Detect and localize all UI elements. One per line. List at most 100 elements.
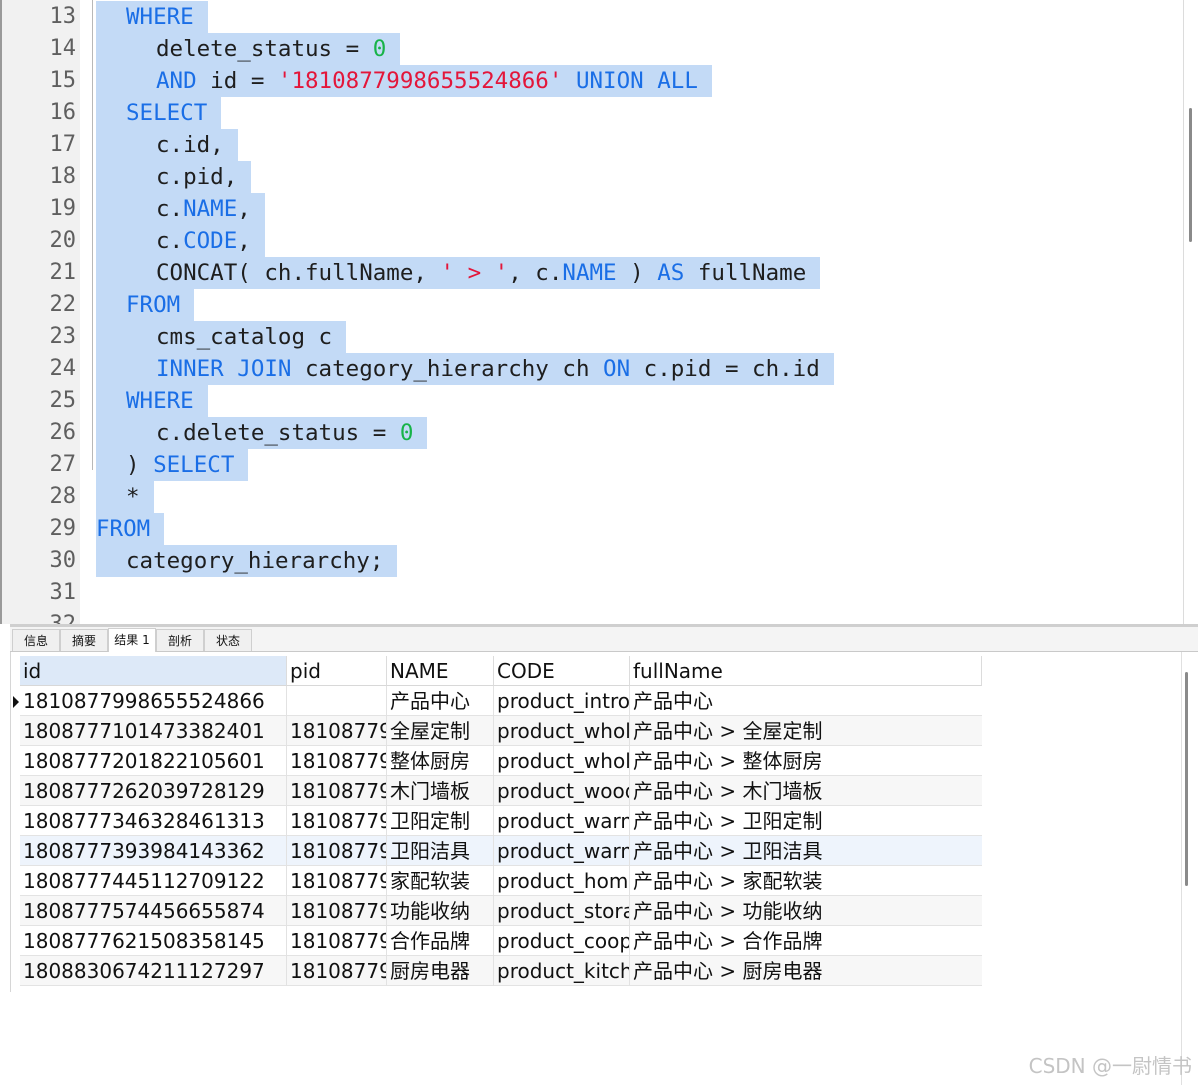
code-text: c.id, [96,129,238,161]
cell-name[interactable]: 功能收纳 [387,896,494,926]
cell-id[interactable]: 1808777262039728129 [20,776,287,806]
cell-fullname[interactable]: 产品中心 > 全屋定制 [630,716,982,746]
cell-name[interactable]: 整体厨房 [387,746,494,776]
code-line[interactable]: 28 * [0,481,1180,513]
table-row[interactable]: 1808777262039728129181087799木门墙板product_… [20,776,982,806]
table-row[interactable]: 1808830674211127297181087799厨房电器product_… [20,956,982,986]
code-line[interactable]: 30 category_hierarchy; [0,545,1180,577]
cell-fullname[interactable]: 产品中心 > 家配软装 [630,866,982,896]
cell-pid[interactable]: 181087799 [287,956,387,986]
code-line[interactable]: 29 FROM [0,513,1180,545]
cell-code[interactable]: product_storag [494,896,630,926]
code-line[interactable]: 17 c.id, [0,129,1180,161]
tab-info[interactable]: 信息 [12,629,60,651]
cell-code[interactable]: product_whole [494,746,630,776]
grid-scrollbar[interactable] [1185,672,1188,886]
code-line[interactable]: 21 CONCAT( ch.fullName, ' > ', c.NAME ) A… [0,257,1180,289]
table-row[interactable]: 1808777393984143362181087799卫阳洁具product_… [20,836,982,866]
cell-code[interactable]: product_coope [494,926,630,956]
cell-pid[interactable]: 181087799 [287,926,387,956]
cell-name[interactable]: 家配软装 [387,866,494,896]
cell-code[interactable]: product_whole [494,716,630,746]
column-header-code[interactable]: CODE [494,656,630,686]
code-line[interactable]: 19 c.NAME, [0,193,1180,225]
code-line[interactable]: 18 c.pid, [0,161,1180,193]
tab-status[interactable]: 状态 [204,629,252,651]
code-line[interactable]: 20 c.CODE, [0,225,1180,257]
cell-id[interactable]: 1808777445112709122 [20,866,287,896]
cell-pid[interactable]: 181087799 [287,776,387,806]
code-line[interactable]: 27) SELECT [0,449,1180,481]
code-text: * [96,481,154,513]
code-line[interactable]: 15 AND id = '1810877998655524866' UNION A… [0,65,1180,97]
cell-pid[interactable]: 181087799 [287,806,387,836]
tab-result-1[interactable]: 结果 1 [108,628,156,652]
cell-pid[interactable]: 181087799 [287,746,387,776]
code-line[interactable]: 14 delete_status = 0 [0,33,1180,65]
cell-pid[interactable] [287,686,387,716]
cell-fullname[interactable]: 产品中心 > 整体厨房 [630,746,982,776]
code-line[interactable]: 22 FROM [0,289,1180,321]
cell-code[interactable]: product_wood [494,776,630,806]
tab-summary[interactable]: 摘要 [60,629,108,651]
code-line[interactable]: 26 c.delete_status = 0 [0,417,1180,449]
table-row[interactable]: 1808777621508358145181087799合作品牌product_… [20,926,982,956]
cell-id[interactable]: 1808830674211127297 [20,956,287,986]
editor-scrollbar[interactable] [1189,108,1192,242]
cell-fullname[interactable]: 产品中心 > 厨房电器 [630,956,982,986]
code-line[interactable]: 24 INNER JOIN category_hierarchy ch ON c.… [0,353,1180,385]
code-line[interactable]: 16 SELECT [0,97,1180,129]
cell-pid[interactable]: 181087799 [287,716,387,746]
result-grid[interactable]: id pid NAME CODE fullName 18108779986555… [10,652,1198,1085]
table-row[interactable]: 1808777445112709122181087799家配软装product_… [20,866,982,896]
cell-fullname[interactable]: 产品中心 > 功能收纳 [630,896,982,926]
cell-id[interactable]: 1808777101473382401 [20,716,287,746]
code-line[interactable]: 13 WHERE [0,1,1180,33]
cell-code[interactable]: product_intro [494,686,630,716]
cell-id[interactable]: 1810877998655524866 [20,686,287,716]
cell-name[interactable]: 全屋定制 [387,716,494,746]
cell-code[interactable]: product_warm [494,836,630,866]
column-header-pid[interactable]: pid [287,656,387,686]
cell-fullname[interactable]: 产品中心 > 卫阳洁具 [630,836,982,866]
tab-profile[interactable]: 剖析 [156,629,204,651]
code-text: cms_catalog c [96,321,347,353]
cell-fullname[interactable]: 产品中心 > 卫阳定制 [630,806,982,836]
cell-name[interactable]: 卫阳定制 [387,806,494,836]
cell-name[interactable]: 厨房电器 [387,956,494,986]
cell-name[interactable]: 产品中心 [387,686,494,716]
cell-fullname[interactable]: 产品中心 > 合作品牌 [630,926,982,956]
table-row[interactable]: 1808777346328461313181087799卫阳定制product_… [20,806,982,836]
cell-id[interactable]: 1808777201822105601 [20,746,287,776]
column-header-fullname[interactable]: fullName [630,656,982,686]
code-line[interactable]: 25 WHERE [0,385,1180,417]
cell-pid[interactable]: 181087799 [287,866,387,896]
table-row[interactable]: 1808777201822105601181087799整体厨房product_… [20,746,982,776]
cell-name[interactable]: 合作品牌 [387,926,494,956]
table-row[interactable]: 1808777101473382401181087799全屋定制product_… [20,716,982,746]
table-row[interactable]: 1808777574456655874181087799功能收纳product_… [20,896,982,926]
table-row[interactable]: 1810877998655524866 产品中心 product_intro 产品中心 [20,686,982,716]
cell-fullname[interactable]: 产品中心 [630,686,982,716]
cell-id[interactable]: 1808777346328461313 [20,806,287,836]
cell-code[interactable]: product_kitche [494,956,630,986]
code-line[interactable]: 32 [0,609,1180,624]
cell-code[interactable]: product_home [494,866,630,896]
cell-code[interactable]: product_warm [494,806,630,836]
sql-editor[interactable]: 13 WHERE 14 delete_status = 0 15 AND id = '18… [0,0,1198,624]
cell-pid[interactable]: 181087799 [287,836,387,866]
cell-name[interactable]: 木门墙板 [387,776,494,806]
cell-id[interactable]: 1808777574456655874 [20,896,287,926]
cell-id[interactable]: 1808777621508358145 [20,926,287,956]
column-header-id[interactable]: id [20,656,287,686]
cell-id[interactable]: 1808777393984143362 [20,836,287,866]
code-line[interactable]: 31 [0,577,1180,609]
column-header-name[interactable]: NAME [387,656,494,686]
line-number: 23 [49,324,77,349]
cell-pid[interactable]: 181087799 [287,896,387,926]
sql-text: id = [196,68,278,94]
code-text: INNER JOIN category_hierarchy ch ON c.pi… [96,353,834,385]
cell-name[interactable]: 卫阳洁具 [387,836,494,866]
code-line[interactable]: 23 cms_catalog c [0,321,1180,353]
cell-fullname[interactable]: 产品中心 > 木门墙板 [630,776,982,806]
